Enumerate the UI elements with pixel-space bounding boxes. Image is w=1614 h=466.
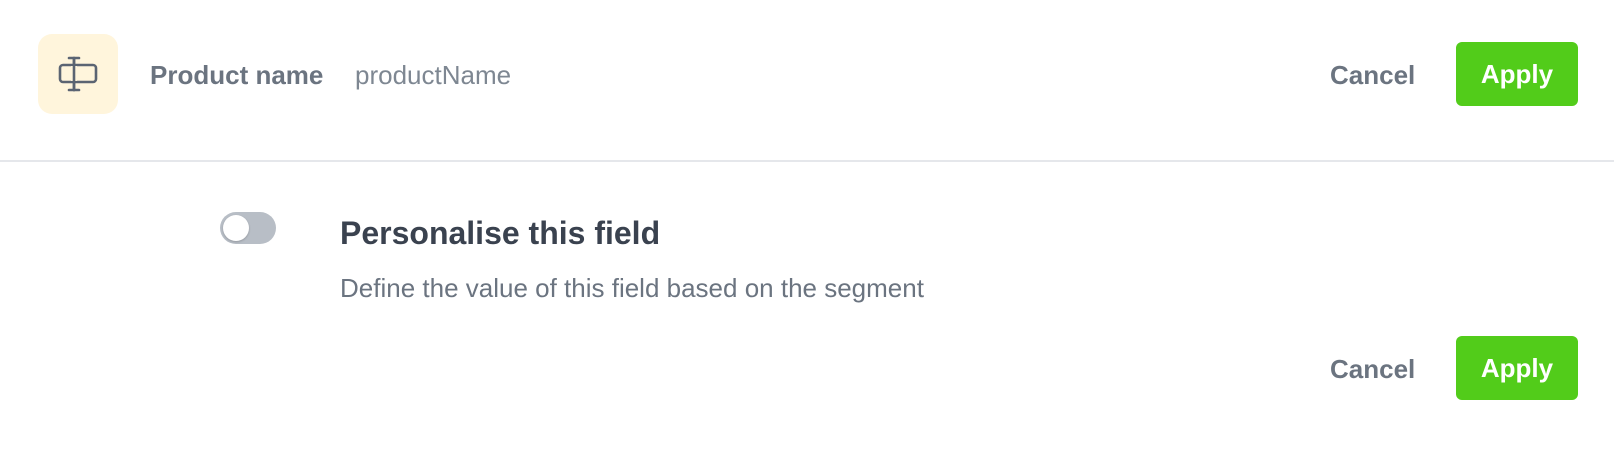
footer-apply-button[interactable]: Apply	[1456, 336, 1578, 400]
field-type-badge	[38, 34, 118, 114]
field-label: Product name	[150, 60, 324, 90]
field-key: productName	[355, 60, 512, 90]
footer-cancel-button[interactable]: Cancel	[1308, 337, 1437, 401]
personalise-title: Personalise this field	[340, 215, 661, 251]
header-cancel-button[interactable]: Cancel	[1308, 43, 1437, 107]
field-editor-panel: Product name productName Cancel Apply Pe…	[0, 0, 1614, 466]
header-apply-button[interactable]: Apply	[1456, 42, 1578, 106]
toggle-knob	[223, 215, 249, 241]
field-header: Product name productName Cancel Apply	[0, 0, 1614, 162]
personalise-description: Define the value of this field based on …	[340, 273, 924, 303]
text-cursor-icon	[58, 56, 98, 92]
personalise-toggle[interactable]	[220, 212, 276, 244]
